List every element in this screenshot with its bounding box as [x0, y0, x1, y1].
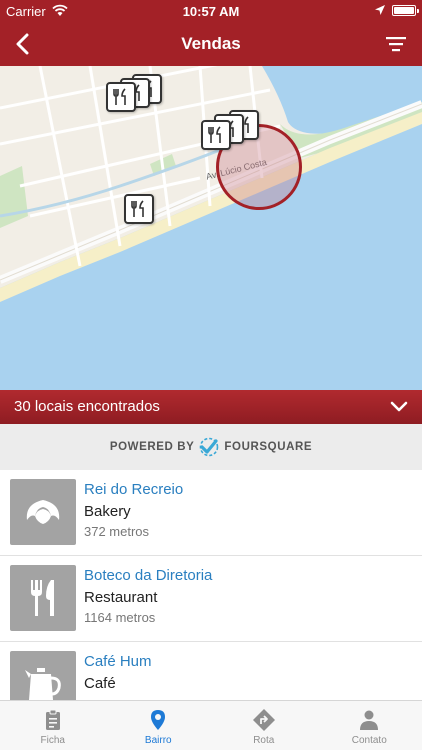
tab-label: Ficha — [40, 735, 65, 746]
venue-distance: 1164 metros — [84, 610, 156, 625]
venue-item[interactable]: Rei do Recreio Bakery 372 metros — [0, 470, 422, 556]
route-sign-icon — [252, 709, 275, 731]
powered-by-foursquare: POWERED BY FOURSQUARE — [0, 424, 422, 470]
venue-thumbnail — [10, 565, 76, 631]
fork-knife-icon — [113, 88, 126, 105]
tab-label: Bairro — [144, 735, 172, 746]
coffee-pot-icon — [25, 668, 61, 700]
tab-label: Rota — [253, 735, 275, 746]
venue-item[interactable]: Boteco da Diretoria Restaurant 1164 metr… — [0, 556, 422, 642]
croissant-icon — [26, 500, 60, 524]
venue-category: Bakery — [84, 503, 131, 520]
top-bar: Carrier 10:57 AM Vendas — [0, 0, 422, 66]
foursquare-brand: FOURSQUARE — [224, 441, 313, 453]
clipboard-icon — [45, 709, 60, 730]
venue-name[interactable]: Boteco da Diretoria — [84, 567, 212, 584]
page-title: Vendas — [181, 34, 241, 53]
map-view[interactable]: Av. Lúcio Costa — [0, 66, 422, 390]
venue-category: Café — [84, 675, 116, 692]
tab-bar: Ficha Bairro Rota Contato — [0, 700, 422, 750]
nav-bar: Vendas — [0, 22, 422, 66]
location-arrow-icon — [375, 5, 385, 15]
tab-label: Contato — [351, 735, 387, 746]
venue-distance: 372 metros — [84, 524, 150, 539]
venue-name[interactable]: Rei do Recreio — [84, 481, 183, 498]
location-pin-icon — [151, 710, 166, 730]
chevron-down-icon — [390, 401, 408, 412]
results-bar[interactable]: 30 locais encontrados — [0, 390, 422, 424]
powered-by-label: POWERED BY — [109, 441, 195, 453]
results-count: 30 locais encontrados — [14, 398, 160, 415]
tab-contato[interactable]: Contato — [317, 701, 422, 750]
foursquare-logo-icon — [200, 437, 219, 457]
map-pin[interactable] — [106, 82, 136, 112]
venue-name[interactable]: Café Hum — [84, 653, 152, 670]
fork-knife-icon — [31, 580, 54, 616]
fork-knife-icon — [208, 126, 221, 143]
fork-knife-icon — [131, 200, 144, 217]
venue-thumbnail — [10, 651, 76, 700]
tab-ficha[interactable]: Ficha — [0, 701, 106, 750]
battery-icon — [392, 5, 419, 16]
venue-category: Restaurant — [84, 589, 158, 606]
person-icon — [360, 710, 379, 730]
filter-lines-icon — [386, 37, 406, 52]
map-pin[interactable] — [124, 194, 154, 224]
map-base — [0, 66, 422, 302]
tab-bairro[interactable]: Bairro — [106, 701, 212, 750]
venue-item[interactable]: Café Hum Café — [0, 642, 422, 700]
venue-list[interactable]: Rei do Recreio Bakery 372 metros Boteco … — [0, 470, 422, 700]
filter-button[interactable] — [382, 30, 410, 58]
map-pin[interactable] — [201, 120, 231, 150]
status-time: 10:57 AM — [182, 4, 240, 19]
status-bar: Carrier 10:57 AM — [0, 0, 422, 22]
tab-rota[interactable]: Rota — [211, 701, 317, 750]
venue-thumbnail — [10, 479, 76, 545]
collapse-results-button[interactable] — [388, 396, 410, 418]
